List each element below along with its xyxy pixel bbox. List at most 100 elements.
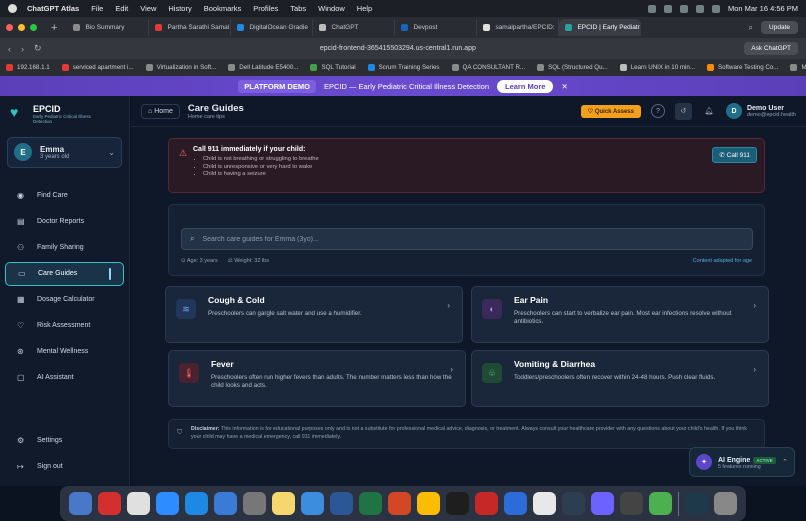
- back-icon[interactable]: ‹: [8, 44, 11, 54]
- search-box: ⌕: [181, 228, 753, 250]
- menu-help[interactable]: Help: [357, 4, 372, 13]
- bookmark-item[interactable]: Dell Latitude E5400...: [228, 64, 298, 71]
- browser-tab[interactable]: EPCID | Early Pediatr: [559, 19, 642, 36]
- menu-history[interactable]: History: [168, 4, 191, 13]
- new-tab-button[interactable]: +: [51, 22, 57, 34]
- sidebar-item-family-sharing[interactable]: ⚇ Family Sharing: [5, 236, 124, 260]
- apple-icon[interactable]: [8, 4, 17, 13]
- browser-tab[interactable]: Devpost: [395, 19, 478, 36]
- dock-app-icon[interactable]: [156, 492, 179, 515]
- tab-search-icon[interactable]: ⌕: [749, 23, 753, 33]
- browser-tab[interactable]: Partha Sarathi Samal: [149, 19, 232, 36]
- sidebar-item-dosage-calculator[interactable]: ▦ Dosage Calculator: [5, 288, 124, 312]
- ask-chatgpt-button[interactable]: Ask ChatGPT: [744, 42, 798, 55]
- browser-tab[interactable]: DigitalOcean Gradie: [231, 19, 314, 36]
- menu-app-name[interactable]: ChatGPT Atlas: [27, 4, 79, 13]
- care-guide-card[interactable]: ◐ Ear Pain Preschoolers can start to ver…: [471, 286, 769, 343]
- dock-app-icon[interactable]: [417, 492, 440, 515]
- care-guide-card[interactable]: 🌡 Fever Preschoolers often run higher fe…: [168, 350, 466, 407]
- bookmark-item[interactable]: 192.168.1.1: [6, 64, 50, 71]
- update-button[interactable]: Update: [761, 21, 798, 34]
- menu-view[interactable]: View: [140, 4, 156, 13]
- dock-app-icon[interactable]: [127, 492, 150, 515]
- menu-edit[interactable]: Edit: [115, 4, 128, 13]
- bookmark-item[interactable]: Software Testing Co...: [707, 64, 778, 71]
- zoom-window-button[interactable]: [30, 24, 37, 31]
- heart-pulse-icon: ♥: [10, 104, 19, 120]
- bookmark-item[interactable]: Mobile Python: [790, 64, 806, 71]
- history-icon[interactable]: ↺: [674, 102, 692, 120]
- dock-app-icon[interactable]: [359, 492, 382, 515]
- close-banner-icon[interactable]: ✕: [561, 82, 567, 91]
- close-window-button[interactable]: [6, 24, 13, 31]
- minimize-window-button[interactable]: [18, 24, 25, 31]
- bookmark-item[interactable]: Learn UNIX in 10 min...: [619, 64, 695, 71]
- sidebar-item-mental-wellness[interactable]: ⊛ Mental Wellness: [5, 340, 124, 364]
- dock-app-icon[interactable]: [446, 492, 469, 515]
- bookmark-item[interactable]: serviced apartment i...: [61, 64, 134, 71]
- sidebar-item-ai-assistant[interactable]: ▢ AI Assistant: [5, 366, 124, 390]
- bookmark-item[interactable]: SQL (Structured Qu...: [537, 64, 608, 71]
- dock-app-icon[interactable]: [649, 492, 672, 515]
- trash-icon[interactable]: [714, 492, 737, 515]
- user-menu[interactable]: D Demo User demo@epcid.health: [725, 103, 796, 119]
- url-field[interactable]: epcid-frontend-365415503294.us-central1.…: [52, 45, 745, 52]
- search-icon[interactable]: [711, 4, 720, 13]
- menu-tabs[interactable]: Tabs: [290, 4, 306, 13]
- browser-tab[interactable]: Bio Summary: [67, 19, 150, 36]
- search-input[interactable]: [202, 235, 723, 243]
- bookmark-item[interactable]: Scrum Training Series: [367, 64, 440, 71]
- sidebar-item-sign-out[interactable]: ↦ Sign out: [5, 454, 124, 478]
- reload-icon[interactable]: ↻: [34, 43, 42, 54]
- bookmark-item[interactable]: Virtualization in Soft...: [145, 64, 216, 71]
- dock-app-icon[interactable]: [533, 492, 556, 515]
- menu-file[interactable]: File: [91, 4, 103, 13]
- menu-bookmarks[interactable]: Bookmarks: [204, 4, 242, 13]
- browser-tab[interactable]: ChatGPT: [313, 19, 396, 36]
- care-guide-card[interactable]: ≋ Cough & Cold Preschoolers can gargle s…: [165, 286, 463, 343]
- dock-app-icon[interactable]: [620, 492, 643, 515]
- sidebar-item-find-care[interactable]: ◉ Find Care: [5, 184, 124, 208]
- dock-app-icon[interactable]: [685, 492, 708, 515]
- child-profile-selector[interactable]: E Emma 3 years old ⌄: [7, 136, 122, 168]
- dock-app-icon[interactable]: [301, 492, 324, 515]
- dock-app-icon[interactable]: [562, 492, 585, 515]
- dock-app-icon[interactable]: [69, 492, 92, 515]
- dock-app-icon[interactable]: [272, 492, 295, 515]
- dock-app-icon[interactable]: [185, 492, 208, 515]
- dock-app-icon[interactable]: [504, 492, 527, 515]
- window-controls: [6, 24, 37, 31]
- bell-icon[interactable]: 🔔︎: [702, 104, 716, 118]
- menu-window[interactable]: Window: [318, 4, 345, 13]
- learn-more-button[interactable]: Learn More: [497, 79, 554, 93]
- call-911-button[interactable]: ✆ Call 911: [712, 147, 757, 163]
- bookmark-item[interactable]: QA CONSULTANT R...: [451, 64, 525, 71]
- status-icon[interactable]: [663, 4, 672, 13]
- forward-icon[interactable]: ›: [21, 44, 24, 54]
- home-button[interactable]: ⌂ Home: [141, 103, 180, 119]
- dock-app-icon[interactable]: [98, 492, 121, 515]
- browser-tab[interactable]: samalpartha/EPCID:: [477, 19, 560, 36]
- ai-engine-widget[interactable]: ✦ AI Engine ACTIVE 5 features running ⌃: [689, 447, 795, 477]
- brand-logo[interactable]: ♥ EPCID Early Pediatric Critical Illness…: [0, 96, 129, 133]
- dock-app-icon[interactable]: [243, 492, 266, 515]
- dock-app-icon[interactable]: [388, 492, 411, 515]
- bookmark-item[interactable]: SQL Tutorial: [310, 64, 356, 71]
- menu-profiles[interactable]: Profiles: [253, 4, 278, 13]
- wifi-icon[interactable]: [695, 4, 704, 13]
- dock-app-icon[interactable]: [330, 492, 353, 515]
- sidebar-item-care-guides[interactable]: ▭ Care Guides: [5, 261, 124, 286]
- menubar-clock[interactable]: Mon Mar 16 4:56 PM: [728, 4, 798, 13]
- quick-assess-button[interactable]: ♡ Quick Assess: [580, 104, 641, 118]
- sidebar-item-risk-assessment[interactable]: ♡ Risk Assessment: [5, 314, 124, 338]
- status-icon[interactable]: [647, 4, 656, 13]
- dock-app-icon[interactable]: [214, 492, 237, 515]
- status-icon[interactable]: [679, 4, 688, 13]
- care-guide-card[interactable]: ♧ Vomiting & Diarrhea Toddlers/preschool…: [471, 350, 769, 407]
- sidebar-item-settings[interactable]: ⚙ Settings: [5, 428, 124, 452]
- dock-app-icon[interactable]: [591, 492, 614, 515]
- sidebar-item-doctor-reports[interactable]: ▤ Doctor Reports: [5, 210, 124, 234]
- dock-app-icon[interactable]: [475, 492, 498, 515]
- help-icon[interactable]: ?: [650, 104, 665, 118]
- bookmark-label: Mobile Python: [801, 64, 806, 71]
